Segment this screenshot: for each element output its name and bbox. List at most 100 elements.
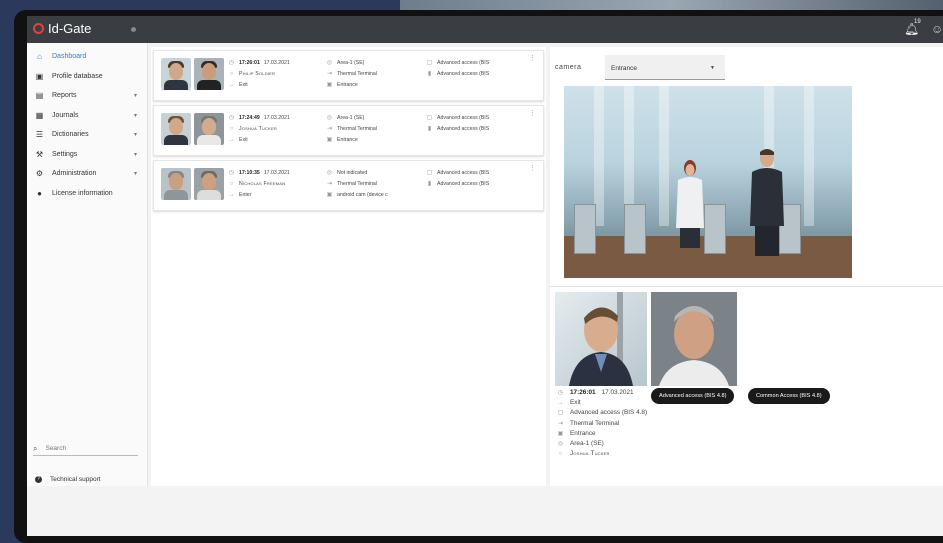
support-label: Technical support [50,476,101,483]
more-vert-icon[interactable]: ⋮ [529,164,536,172]
event-capture-photo [161,168,191,200]
sidebar-item-label: License information [52,189,113,197]
detail-time: 17:26:01 [570,389,596,396]
chevron-down-icon: ▾ [133,132,137,139]
app-screen: Id-Gate 🔔︎ 19 ☺ ⌂ Dashboard ▣ Profile da… [27,16,943,536]
list-icon: ☰ [35,130,44,140]
person-icon: ○ [229,126,234,132]
event-point: android cam (device c [337,192,388,198]
event-access-column: ▢ Advanced access (BIS ▮ Advanced access (… [426,58,490,80]
sidebar-item-reports[interactable]: ▤ Reports ▾ [27,86,147,106]
event-person: Joshua Tucker [239,126,277,132]
events-feed: ◷ 17:26:01 17.03.2021 ○ Philip Soldier → Exi… [151,47,546,486]
camera-icon: ▣ [326,192,333,198]
detail-point: Entrance [570,429,596,437]
sidebar-item-label: Settings [52,150,78,158]
event-access: Advanced access (BIS [437,170,490,176]
event-zone: Area-1 (SE) [337,115,365,121]
bookmark-icon: ▮ [427,126,432,132]
location-pin-icon: ◎ [326,170,333,176]
app-title: Id-Gate [48,21,92,36]
lock-icon: ▢ [426,60,433,66]
event-profile-photo [194,168,224,200]
event-direction: Exit [239,82,248,88]
chevron-down-icon: ▾ [133,112,137,119]
event-date: 17.03.2021 [263,60,290,66]
event-time: 17:24:49 [239,115,260,121]
camera-select[interactable]: Entrance ▼ [605,55,725,80]
camera-label: camera [555,64,582,71]
access-group-chip[interactable]: Common Access (BIS 4.8) [748,388,830,404]
camera-panel: camera Entrance ▼ ◷ 17:26:01 17.03.2021 … [550,47,943,486]
clock-icon: ◷ [228,115,235,121]
search-input[interactable] [45,445,126,452]
event-location-column: ◎ Area-1 (SE) ⇥ Thermal Terminal ▣ Entrance [326,58,377,91]
event-device: Thermal Terminal [337,181,377,187]
sidebar-search: ⌕ [33,442,138,456]
app-logo[interactable]: Id-Gate [33,21,91,36]
lock-icon: ▢ [557,410,564,417]
location-pin-icon: ◎ [326,115,333,121]
event-card[interactable]: ◷ 17:24:49 17.03.2021 ○ Joshua Tucker → Exit… [153,105,544,156]
event-capture-photo [161,113,191,145]
event-detail: ◷ 17:26:01 17.03.2021 → Exit ▢ Advanced acce… [557,388,648,459]
sidebar-item-dashboard[interactable]: ⌂ Dashboard [27,47,147,67]
sidebar-item-settings[interactable]: ⚒ Settings ▾ [27,145,147,165]
event-date: 17.03.2021 [263,115,290,121]
event-access-column: ▢ Advanced access (BIS ▮ Advanced access (… [426,168,490,190]
lock-icon: ▢ [426,170,433,176]
bookmark-icon: ▮ [427,181,432,187]
chevron-down-icon: ▾ [133,171,137,178]
event-profile-photo [194,58,224,90]
sidebar-item-profile-database[interactable]: ▣ Profile database [27,67,147,87]
panel-divider [550,286,943,287]
event-location-column: ◎ Area-1 (SE) ⇥ Thermal Terminal ▣ Entrance [326,113,377,146]
more-vert-icon[interactable]: ⋮ [529,54,536,62]
top-bar: Id-Gate 🔔︎ 19 ☺ [27,16,943,43]
terminal-icon: ⇥ [326,126,333,132]
technical-support-link[interactable]: ? Technical support [35,476,101,483]
home-icon: ⌂ [37,52,42,62]
sidebar-item-license-information[interactable]: ● License information [27,184,147,204]
clock-icon: ◷ [228,60,235,66]
location-pin-icon: ◎ [326,60,333,66]
pin-sidebar-icon[interactable] [131,27,136,32]
sidebar: ⌂ Dashboard ▣ Profile database ▤ Reports… [27,43,148,486]
bookmark-icon: ▮ [427,71,432,77]
sidebar-item-administration[interactable]: ⚙ Administration ▾ [27,164,147,184]
sidebar-item-label: Dashboard [52,53,87,61]
event-person: Nicholas Freeman [239,181,286,187]
event-card[interactable]: ◷ 17:26:01 17.03.2021 ○ Philip Soldier → Exi… [153,50,544,101]
chevron-down-icon: ▾ [133,151,137,158]
lock-icon: ▢ [426,115,433,121]
exit-arrow-icon: → [228,82,235,88]
access-group-chip[interactable]: Advanced access (BIS 4.8) [651,388,735,404]
sidebar-item-journals[interactable]: ▦ Journals ▾ [27,106,147,126]
terminal-icon: ⇥ [326,71,333,77]
sidebar-item-dictionaries[interactable]: ☰ Dictionaries ▾ [27,125,147,145]
user-icon[interactable]: ☺ [931,22,943,36]
event-device: Thermal Terminal [337,126,377,132]
exit-arrow-icon: → [557,400,564,407]
detail-date: 17.03.2021 [601,389,634,396]
event-point: Entrance [337,137,358,143]
detail-person: Joshua Tucker [570,450,610,458]
camera-icon: ▣ [326,82,333,88]
id-card-icon: ▣ [35,71,44,81]
detail-zone: Area-1 (SE) [570,440,604,448]
event-direction: Enter [239,192,252,198]
more-vert-icon[interactable]: ⋮ [529,109,536,117]
report-icon: ▤ [35,91,44,101]
detail-direction: Exit [570,399,581,407]
camera-live-view [564,86,852,278]
event-time-column: ◷ 17:24:49 17.03.2021 ○ Joshua Tucker → Exit [228,113,290,146]
detail-profile-photo [651,292,737,386]
sidebar-item-label: Reports [52,92,77,100]
chevron-down-icon: ▼ [710,65,715,71]
sidebar-item-label: Administration [52,170,97,178]
camera-select-value: Entrance [611,65,638,72]
camera-person-man [750,149,784,256]
event-card[interactable]: ◷ 17:10:35 17.03.2021 ○ Nicholas Freeman → E… [153,160,544,211]
detail-capture-photo [555,292,647,386]
event-direction: Exit [239,137,248,143]
